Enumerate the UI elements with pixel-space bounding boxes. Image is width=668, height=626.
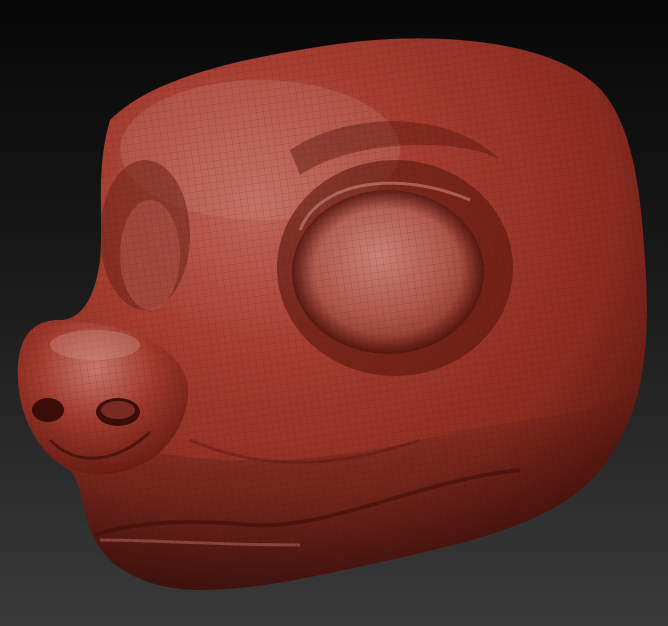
- sculpt-viewport[interactable]: [0, 0, 668, 626]
- eye-socket: [277, 160, 513, 376]
- model-render: [17, 38, 647, 590]
- nostril: [32, 398, 64, 422]
